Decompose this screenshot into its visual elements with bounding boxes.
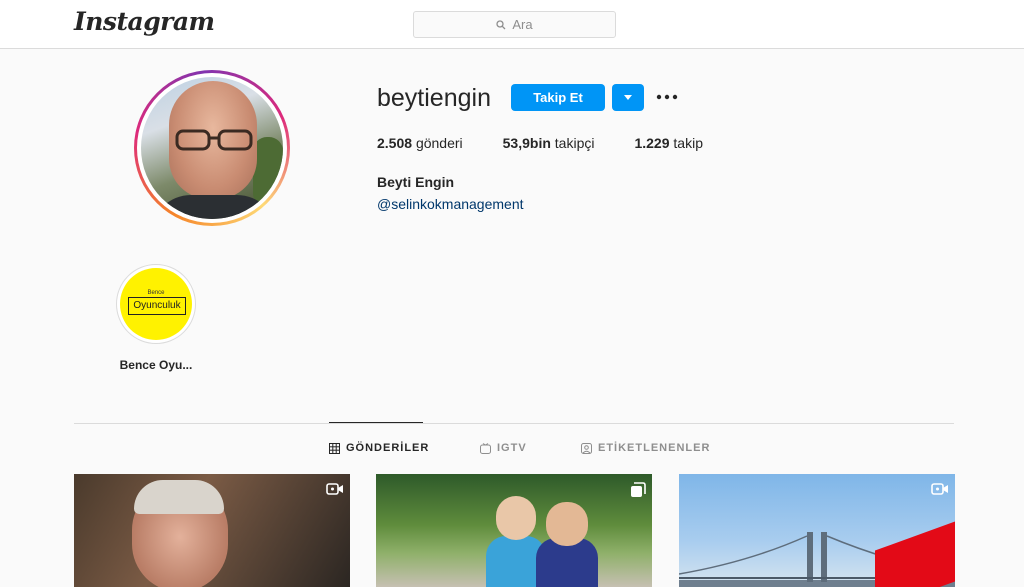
carousel-icon <box>631 482 646 497</box>
search-input[interactable]: Ara <box>413 11 616 38</box>
search-placeholder: Ara <box>512 17 533 32</box>
tab-tagged-label: ETİKETLENENLER <box>598 442 711 454</box>
profile-full-name: Beyti Engin <box>377 174 455 190</box>
following-count-value: 1.229 <box>634 135 670 151</box>
tab-igtv[interactable]: IGTV <box>480 442 527 454</box>
post-thumbnail[interactable] <box>679 474 955 587</box>
active-tab-indicator <box>329 422 423 423</box>
tab-tagged[interactable]: ETİKETLENENLER <box>581 442 710 454</box>
highlight-cover: Bence Oyunculuk <box>120 268 192 340</box>
highlight-ring: Bence Oyunculuk <box>116 264 196 344</box>
post-child-face <box>496 496 536 540</box>
highlight-cover-small-text: Bence <box>147 290 165 296</box>
following-count-label: takip <box>673 135 703 151</box>
tab-igtv-label: IGTV <box>497 442 527 454</box>
avatar-border <box>137 73 287 223</box>
igtv-icon <box>480 442 491 454</box>
follow-button[interactable]: Takip Et <box>511 84 605 111</box>
tabs-divider <box>74 423 954 424</box>
tagged-icon <box>581 442 592 454</box>
profile-stats: 2.508 gönderi 53,9bin takipçi 1.229 taki… <box>377 135 743 151</box>
story-highlight[interactable]: Bence Oyunculuk <box>116 264 196 344</box>
caret-down-icon <box>624 94 632 100</box>
bio-mention-link[interactable]: @selinkokmanagement <box>377 196 524 212</box>
profile-avatar[interactable] <box>134 70 290 226</box>
posts-count-label: gönderi <box>415 135 463 151</box>
post-person-cap <box>134 480 224 514</box>
followers-count-value: 53,9bin <box>502 135 551 151</box>
video-icon <box>931 483 948 495</box>
glasses-shape <box>175 129 253 151</box>
more-options-button[interactable] <box>655 88 679 106</box>
post-child-face <box>546 502 588 546</box>
instagram-logo[interactable]: Instagram <box>74 7 215 36</box>
search-icon <box>496 19 506 29</box>
avatar-photo <box>141 77 283 219</box>
post-thumbnail[interactable] <box>376 474 652 587</box>
followers-count[interactable]: 53,9bin takipçi <box>503 135 595 151</box>
more-dots-icon <box>656 94 678 100</box>
video-icon <box>326 483 343 495</box>
post-thumbnail[interactable] <box>74 474 350 587</box>
suggestions-dropdown-button[interactable] <box>612 84 644 111</box>
tab-posts[interactable]: GÖNDERİLER <box>329 442 429 454</box>
highlight-cover-box-text: Oyunculuk <box>128 297 186 315</box>
top-navigation-bar: Instagram Ara <box>0 0 1024 49</box>
profile-username: beytiengin <box>377 84 491 112</box>
posts-count: 2.508 gönderi <box>377 135 463 151</box>
highlight-label[interactable]: Bence Oyu... <box>116 358 196 372</box>
avatar-background-tree <box>253 137 283 207</box>
tab-posts-label: GÖNDERİLER <box>346 442 430 454</box>
posts-count-value: 2.508 <box>377 135 413 151</box>
grid-icon <box>329 442 340 454</box>
following-count[interactable]: 1.229 takip <box>634 135 703 151</box>
followers-count-label: takipçi <box>554 135 595 151</box>
